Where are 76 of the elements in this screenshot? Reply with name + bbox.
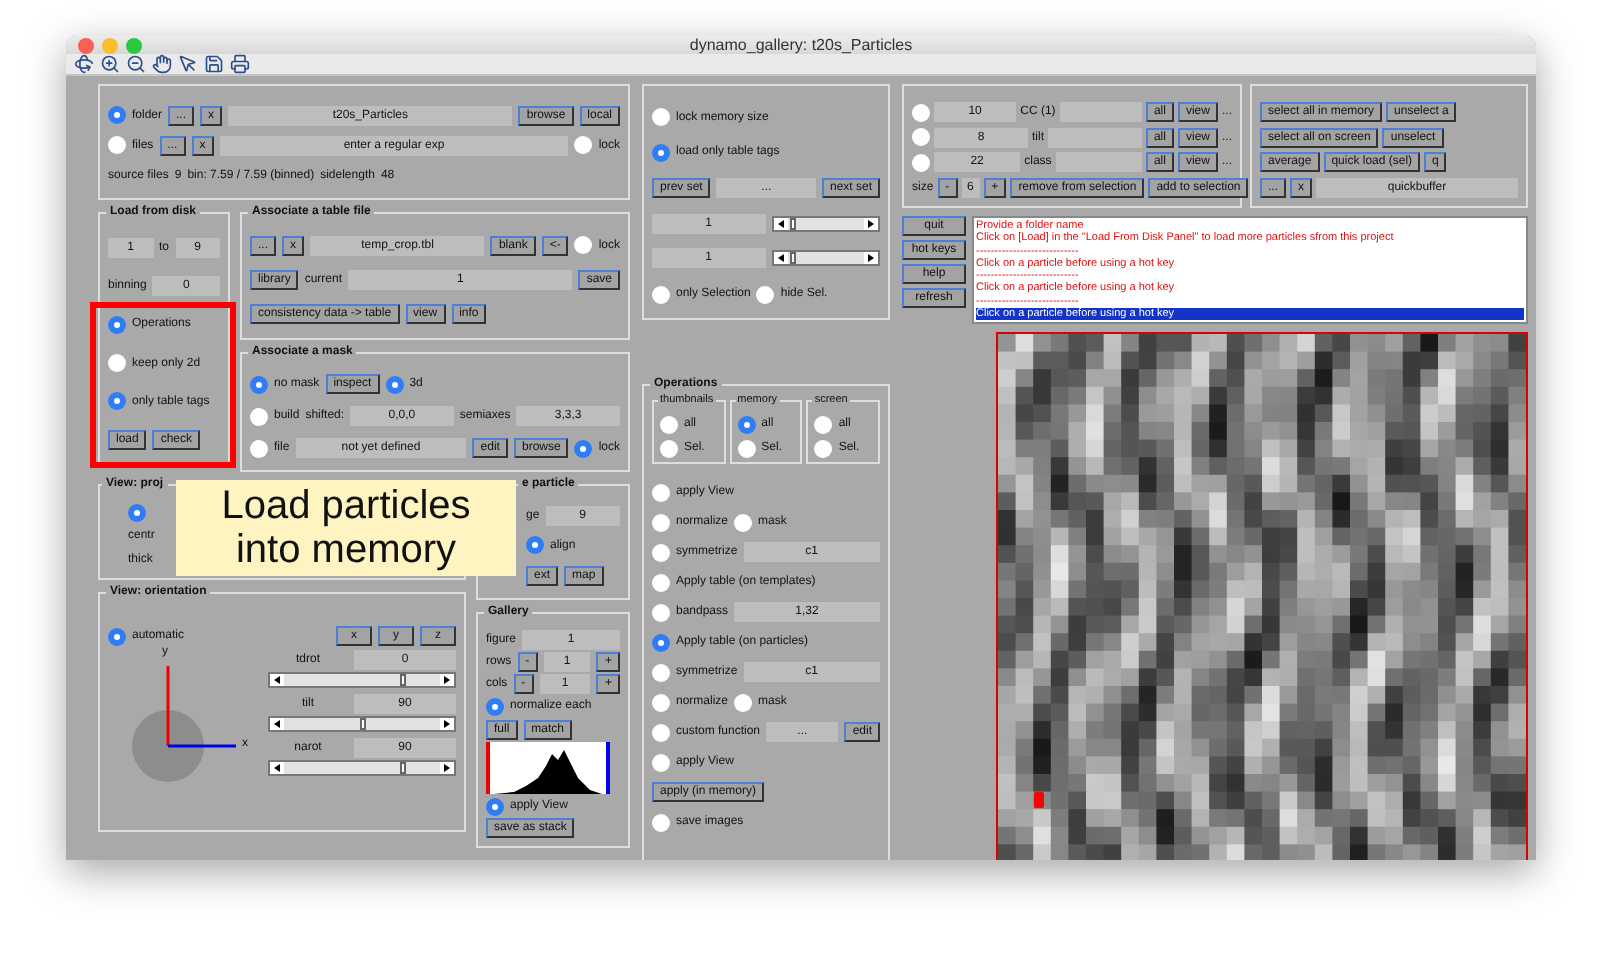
zoom-out-icon[interactable] [126, 54, 146, 74]
arrow-right-icon[interactable] [440, 718, 454, 730]
radio-button[interactable] [660, 415, 678, 433]
radio-button[interactable] [652, 813, 670, 831]
slider-thumb[interactable] [400, 674, 407, 686]
radio-button[interactable] [737, 415, 756, 433]
arrow-left-icon[interactable] [270, 674, 284, 686]
arrow-left-icon[interactable] [270, 762, 284, 774]
slider-thumb[interactable] [790, 217, 797, 230]
arrow-left-icon[interactable] [270, 718, 284, 730]
hand-icon[interactable] [152, 54, 172, 74]
rotate-icon[interactable] [74, 54, 94, 74]
radio-button[interactable] [652, 143, 670, 162]
radio-button[interactable] [574, 236, 593, 255]
radio-button[interactable] [574, 439, 593, 457]
radio-button[interactable] [814, 415, 833, 433]
radio-button[interactable] [108, 627, 126, 645]
radio-button[interactable] [250, 375, 268, 393]
zoom-in-icon[interactable] [100, 54, 120, 74]
arrow-right-icon[interactable] [440, 762, 454, 774]
printer-icon[interactable] [230, 54, 250, 74]
radio-button[interactable] [814, 439, 833, 457]
radio-button[interactable] [652, 693, 670, 711]
radio-button[interactable] [486, 697, 504, 716]
arrow-right-icon[interactable] [864, 252, 878, 265]
cursor-icon[interactable] [178, 54, 198, 74]
radio-button[interactable] [652, 108, 670, 127]
radio-button[interactable] [652, 723, 670, 741]
slider[interactable] [771, 250, 880, 267]
tooltip-text: into memory [233, 528, 459, 572]
radio-button[interactable] [652, 483, 670, 501]
slider-thumb[interactable] [359, 718, 365, 730]
radio-button[interactable] [385, 375, 404, 393]
selection-marker [1034, 792, 1044, 809]
radio-button[interactable] [108, 354, 126, 373]
histogram-drawing [486, 741, 610, 794]
slider[interactable] [771, 215, 880, 232]
radio-button[interactable] [108, 392, 126, 411]
radio-button[interactable] [652, 753, 670, 771]
slider-thumb[interactable] [400, 762, 407, 774]
radio-button[interactable] [652, 603, 670, 621]
radio-button[interactable] [652, 543, 670, 561]
arrow-left-icon[interactable] [773, 252, 787, 265]
radio-button[interactable] [737, 439, 756, 457]
arrow-right-icon[interactable] [440, 674, 454, 686]
radio-button[interactable] [250, 439, 268, 457]
radio-button[interactable] [486, 797, 504, 816]
arrow-left-icon[interactable] [773, 217, 787, 230]
radio-button[interactable] [912, 128, 930, 147]
radio-button[interactable] [912, 153, 930, 172]
radio-button[interactable] [652, 633, 670, 651]
radio-button[interactable] [574, 136, 593, 155]
radio-button[interactable] [652, 513, 670, 531]
radio-button[interactable] [756, 285, 775, 304]
radio-button[interactable] [660, 439, 678, 457]
close-button[interactable] [78, 37, 94, 53]
radio-button[interactable] [108, 106, 126, 125]
radio-button[interactable] [652, 285, 670, 304]
radio-button[interactable] [108, 136, 126, 155]
radio-button[interactable] [652, 663, 670, 681]
slider[interactable] [268, 760, 456, 776]
radio-button[interactable] [128, 503, 146, 521]
arrow-right-icon[interactable] [864, 217, 878, 230]
window-title: dynamo_gallery: t20s_Particles [687, 36, 915, 54]
radio-button[interactable] [912, 103, 930, 122]
save-icon[interactable] [204, 54, 224, 74]
tooltip-text: Load particles [221, 484, 471, 528]
slider-thumb[interactable] [790, 252, 797, 265]
radio-button[interactable] [526, 536, 544, 555]
radio-button[interactable] [250, 407, 268, 425]
radio-button[interactable] [734, 693, 753, 711]
slider[interactable] [268, 716, 456, 732]
radio-button[interactable] [108, 315, 126, 334]
radio-button[interactable] [734, 513, 753, 531]
radio-button[interactable] [652, 573, 670, 591]
slider[interactable] [268, 672, 456, 688]
